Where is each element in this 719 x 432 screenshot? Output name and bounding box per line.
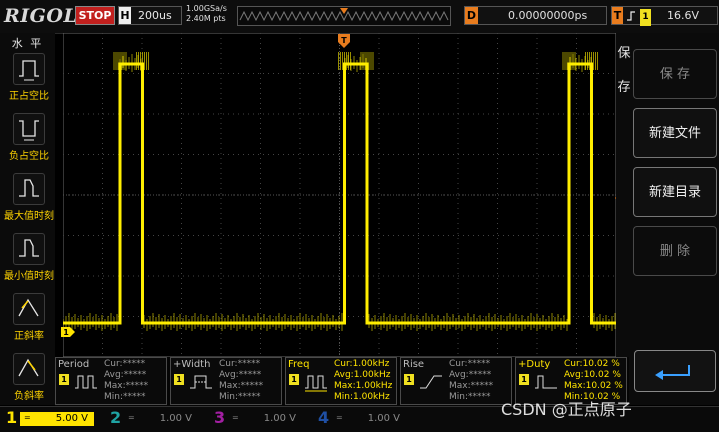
channel1-offset-marker[interactable]: 1 [61, 327, 75, 340]
channel-4-scale: 1.00 V [367, 413, 400, 424]
delay-label: D [465, 7, 478, 24]
enter-button[interactable] [634, 350, 716, 392]
memory-overview-strip[interactable] [237, 6, 451, 26]
channel-3-scale: 1.00 V [263, 413, 296, 424]
negative-slope-icon [13, 353, 45, 385]
enter-arrow-icon [655, 365, 690, 380]
measure-width-source: 1 [174, 374, 184, 385]
watermark: CSDN @正点原子 [501, 400, 632, 419]
timebase-label: H [119, 7, 131, 24]
measure-width-name: +Width [173, 359, 211, 370]
measure-period[interactable]: Period 1 Cur:***** Avg:***** Max:***** Min:… [55, 357, 167, 405]
horizontal-menu: 水 平 正占空比 负占空比 最大值时刻 最小值时刻 正斜率 负斜率 [0, 33, 55, 405]
channel-3-control[interactable]: 3 = 1.00 V [208, 408, 306, 429]
measure-period-source: 1 [59, 374, 69, 385]
channel-2-control[interactable]: 2 = 1.00 V [104, 408, 202, 429]
delay-display[interactable]: D 0.00000000ps [464, 6, 607, 25]
measure-duty-name: +Duty [518, 359, 551, 370]
negative-slope-label: 负斜率 [14, 391, 44, 402]
new-folder-button[interactable]: 新建目录 [633, 167, 717, 217]
delay-value: 0.00000000ps [508, 9, 588, 22]
trigger-source: 1 [640, 9, 651, 26]
min-time-label: 最小值时刻 [4, 271, 54, 282]
run-stop-button[interactable]: STOP [75, 6, 115, 25]
min-time-icon [13, 233, 45, 265]
save-menu-title-2: 存 [617, 80, 631, 95]
duty-icon [535, 375, 557, 389]
channel-4-scale-box: = 1.00 V [332, 412, 406, 426]
measure-rise-name: Rise [403, 359, 425, 370]
max-time-icon [13, 173, 45, 205]
measure-frequency[interactable]: Freq 1 Cur:1.00kHz Avg:1.00kHz Max:1.00kHz… [285, 357, 397, 405]
min-time-item[interactable]: 最小值时刻 [3, 233, 55, 289]
save-menu-title-1: 保 [617, 46, 631, 61]
rising-edge-icon [627, 11, 635, 21]
positive-duty-item[interactable]: 正占空比 [3, 53, 55, 109]
measure-frequency-name: Freq [288, 359, 310, 370]
max-time-label: 最大值时刻 [4, 211, 54, 222]
channel-4-control[interactable]: 4 = 1.00 V [312, 408, 410, 429]
channel-4-coupling: = [336, 413, 343, 422]
measure-frequency-source: 1 [289, 374, 299, 385]
top-status-bar: RIGOL STOP H 200us 1.00GSa/s 2.40M pts D 0… [0, 0, 719, 34]
channel-1-number: 1 [6, 408, 18, 427]
channel-1-scale-box: = 5.00 V [20, 412, 94, 426]
waveform-display[interactable] [62, 32, 617, 358]
left-menu-title: 水 平 [11, 37, 44, 50]
trigger-position-icon [340, 8, 348, 14]
positive-duty-label: 正占空比 [9, 91, 49, 102]
channel-4-number: 4 [318, 408, 330, 427]
save-button[interactable]: 保 存 [633, 49, 717, 99]
channel-1-coupling: = [24, 413, 31, 422]
channel-3-coupling: = [232, 413, 239, 422]
positive-slope-label: 正斜率 [14, 331, 44, 342]
channel-1-control[interactable]: 1 = 5.00 V [0, 408, 98, 429]
measure-width[interactable]: +Width 1 Cur:***** Avg:***** Max:***** Min:… [170, 357, 282, 405]
memory-overview-waveform [239, 8, 449, 22]
trigger-position-marker[interactable]: T [338, 34, 350, 55]
sample-rate: 1.00GSa/s [186, 4, 227, 13]
svg-text:T: T [341, 36, 347, 45]
measure-period-name: Period [58, 359, 90, 370]
svg-text:1: 1 [63, 328, 69, 337]
memory-depth: 2.40M pts [186, 14, 226, 23]
trigger-display[interactable]: T 1 16.6V [611, 6, 718, 26]
channel-2-coupling: = [128, 413, 135, 422]
channel-3-number: 3 [214, 408, 226, 427]
trigger-label: T [612, 7, 623, 24]
measure-rise[interactable]: Rise 1 Cur:***** Avg:***** Max:***** Min:**… [400, 357, 512, 405]
positive-duty-icon [13, 53, 45, 85]
graticule [62, 32, 617, 358]
delete-button[interactable]: 删 除 [633, 226, 717, 276]
frequency-icon [305, 375, 327, 392]
max-time-item[interactable]: 最大值时刻 [3, 173, 55, 229]
channel-2-number: 2 [110, 408, 122, 427]
negative-slope-item[interactable]: 负斜率 [3, 353, 55, 409]
channel-2-scale-box: = 1.00 V [124, 412, 198, 426]
positive-slope-item[interactable]: 正斜率 [3, 293, 55, 349]
new-file-button[interactable]: 新建文件 [633, 108, 717, 158]
negative-duty-label: 负占空比 [9, 151, 49, 162]
negative-duty-icon [13, 113, 45, 145]
pulse-width-icon [190, 375, 212, 389]
timebase-value: 200us [138, 9, 172, 22]
measure-rise-values: Cur:***** Avg:***** Max:***** Min:***** [449, 359, 494, 402]
measure-width-values: Cur:***** Avg:***** Max:***** Min:***** [219, 359, 264, 402]
brand-logo: RIGOL [4, 5, 78, 27]
negative-duty-item[interactable]: 负占空比 [3, 113, 55, 169]
channel-1-scale: 5.00 V [55, 413, 88, 424]
channel-3-scale-box: = 1.00 V [228, 412, 302, 426]
rise-time-icon [420, 375, 442, 389]
period-icon [75, 375, 97, 389]
trigger-level: 16.6V [667, 9, 700, 22]
channel-2-scale: 1.00 V [159, 413, 192, 424]
sample-info: 1.00GSa/s 2.40M pts [186, 4, 227, 24]
measure-rise-source: 1 [404, 374, 414, 385]
measure-duty-source: 1 [519, 374, 529, 385]
measure-period-values: Cur:***** Avg:***** Max:***** Min:***** [104, 359, 149, 402]
timebase-display[interactable]: H 200us [118, 6, 182, 25]
measure-frequency-values: Cur:1.00kHz Avg:1.00kHz Max:1.00kHz Min:1.0… [334, 359, 393, 402]
positive-slope-icon [13, 293, 45, 325]
